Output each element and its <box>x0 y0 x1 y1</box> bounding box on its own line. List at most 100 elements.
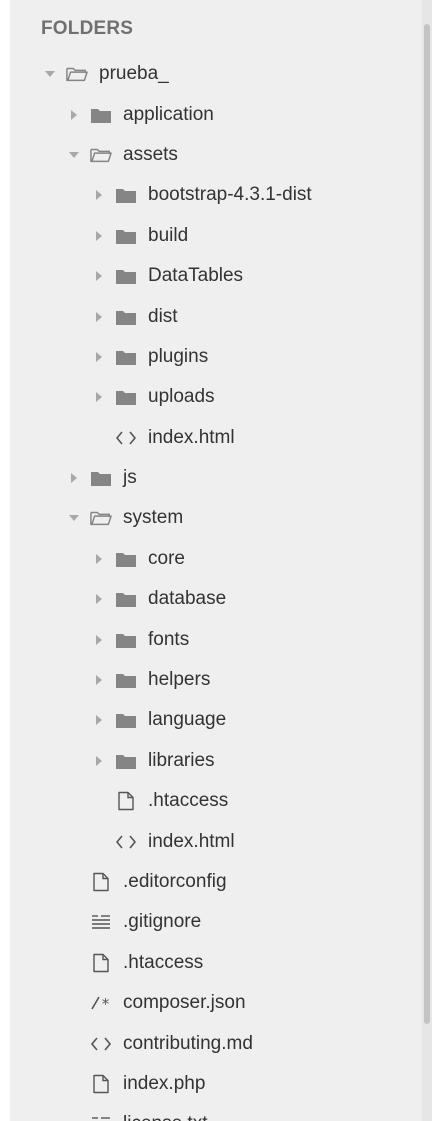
tree-folder-row[interactable]: system <box>10 498 420 538</box>
folder-icon <box>115 346 137 368</box>
tree-folder-row[interactable]: libraries <box>10 741 420 781</box>
tree-file-row[interactable]: .editorconfig <box>10 862 420 902</box>
tree-folder-row[interactable]: helpers <box>10 660 420 700</box>
chevron-right-icon[interactable] <box>90 752 108 770</box>
chevron-right-icon[interactable] <box>90 308 108 326</box>
tree-file-row[interactable]: contributing.md <box>10 1023 420 1063</box>
folder-label: build <box>148 224 189 246</box>
tree-file-row[interactable]: .htaccess <box>10 781 420 821</box>
chevron-right-icon[interactable] <box>65 106 83 124</box>
tree-file-row[interactable]: index.html <box>10 418 420 458</box>
tree-folder-row[interactable]: database <box>10 579 420 619</box>
tree-folder-row[interactable]: assets <box>10 135 420 175</box>
folder-label: dist <box>148 305 178 327</box>
folder-icon <box>115 265 137 287</box>
file-label: contributing.md <box>123 1032 253 1054</box>
chevron-right-icon[interactable] <box>90 671 108 689</box>
chevron-right-icon[interactable] <box>90 267 108 285</box>
tree-indent-spacer <box>65 1035 83 1053</box>
folder-icon <box>115 548 137 570</box>
folder-label: bootstrap-4.3.1-dist <box>148 184 312 206</box>
folder-icon <box>115 184 137 206</box>
tree-folder-row[interactable]: DataTables <box>10 256 420 296</box>
chevron-right-icon[interactable] <box>90 590 108 608</box>
tree-folder-row[interactable]: js <box>10 458 420 498</box>
folder-label: fonts <box>148 628 190 650</box>
tree-indent-spacer <box>65 1075 83 1093</box>
chevron-down-icon[interactable] <box>41 65 59 83</box>
chevron-right-icon[interactable] <box>90 227 108 245</box>
code-brackets-icon <box>90 1033 112 1055</box>
tree-folder-row[interactable]: core <box>10 539 420 579</box>
file-icon <box>90 871 112 893</box>
tree-folder-row[interactable]: build <box>10 216 420 256</box>
scrollbar-track[interactable] <box>422 0 432 1121</box>
file-icon <box>90 1073 112 1095</box>
tree-indent-spacer <box>65 873 83 891</box>
tree-indent-spacer <box>65 994 83 1012</box>
tree-indent-spacer <box>90 833 108 851</box>
tree-file-row[interactable]: index.html <box>10 821 420 861</box>
folder-icon <box>90 467 112 489</box>
tree-folder-row[interactable]: language <box>10 700 420 740</box>
folder-label: language <box>148 709 227 731</box>
tree-folder-row[interactable]: uploads <box>10 377 420 417</box>
folder-icon <box>115 386 137 408</box>
folder-open-icon <box>90 144 112 166</box>
chevron-down-icon[interactable] <box>65 146 83 164</box>
file-icon <box>90 952 112 974</box>
chevron-right-icon[interactable] <box>90 388 108 406</box>
folder-label: helpers <box>148 669 211 691</box>
svg-text:*: * <box>101 995 110 1011</box>
folder-label: plugins <box>148 345 209 367</box>
folder-label: uploads <box>148 386 215 408</box>
folder-icon <box>115 750 137 772</box>
folder-icon <box>115 306 137 328</box>
tree-folder-row[interactable]: plugins <box>10 337 420 377</box>
code-brackets-icon <box>115 831 137 853</box>
folder-icon <box>115 669 137 691</box>
text-lines-icon <box>90 911 112 933</box>
chevron-right-icon[interactable] <box>65 469 83 487</box>
folder-label: DataTables <box>148 265 244 287</box>
scrollbar-thumb[interactable] <box>424 24 430 1024</box>
chevron-down-icon[interactable] <box>65 509 83 527</box>
tree-indent-spacer <box>90 792 108 810</box>
tree-indent-spacer <box>65 913 83 931</box>
chevron-right-icon[interactable] <box>90 631 108 649</box>
tree-folder-row[interactable]: dist <box>10 296 420 336</box>
tree-folder-row[interactable]: prueba_ <box>10 54 420 94</box>
folder-open-icon <box>90 507 112 529</box>
folder-icon <box>115 225 137 247</box>
chevron-right-icon[interactable] <box>90 711 108 729</box>
tree-file-row[interactable]: .htaccess <box>10 943 420 983</box>
file-label: index.html <box>148 426 235 448</box>
folder-label: application <box>123 103 214 125</box>
tree-file-row[interactable]: * composer.json <box>10 983 420 1023</box>
comment-icon: * <box>90 992 112 1014</box>
folders-header: FOLDERS <box>41 18 134 39</box>
folder-label: core <box>148 547 185 569</box>
tree-indent-spacer <box>65 954 83 972</box>
folder-label: system <box>123 507 184 529</box>
file-label: index.php <box>123 1072 206 1094</box>
file-label: .gitignore <box>123 911 202 933</box>
file-label: .htaccess <box>123 951 204 973</box>
chevron-right-icon[interactable] <box>90 348 108 366</box>
file-label: .editorconfig <box>123 871 227 892</box>
tree-indent-spacer <box>90 429 108 447</box>
tree-file-row[interactable]: .gitignore <box>10 902 420 942</box>
file-label: license.txt <box>123 1113 207 1121</box>
tree-folder-row[interactable]: fonts <box>10 619 420 659</box>
file-tree: prueba_ application assets bootstrap-4.3.1-… <box>10 54 420 1121</box>
file-label: .htaccess <box>148 790 229 812</box>
file-label: index.html <box>148 830 235 852</box>
tree-folder-row[interactable]: application <box>10 94 420 134</box>
tree-file-row[interactable]: index.php <box>10 1064 420 1104</box>
folder-label: js <box>123 467 137 489</box>
chevron-right-icon[interactable] <box>90 550 108 568</box>
tree-file-row[interactable]: license.txt <box>10 1104 420 1121</box>
chevron-right-icon[interactable] <box>90 186 108 204</box>
tree-folder-row[interactable]: bootstrap-4.3.1-dist <box>10 175 420 215</box>
sidebar-panel: FOLDERS prueba_ application assets bootstra… <box>10 0 432 1121</box>
